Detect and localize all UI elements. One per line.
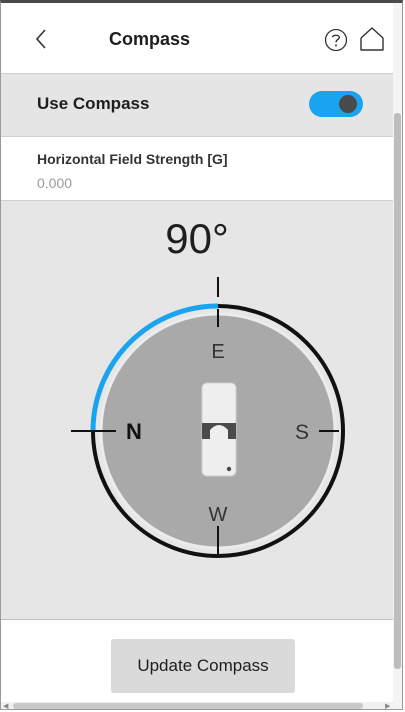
device-icon: [201, 382, 237, 477]
horizontal-scrollbar-thumb[interactable]: [13, 703, 363, 709]
home-button[interactable]: [358, 25, 386, 53]
vertical-scrollbar[interactable]: [393, 3, 402, 709]
compass-dial: E N S W: [71, 277, 345, 558]
update-compass-button[interactable]: Update Compass: [111, 639, 295, 693]
toggle-knob: [339, 95, 357, 113]
direction-label-top: E: [211, 341, 224, 363]
help-button[interactable]: [323, 27, 349, 53]
page-title: Compass: [109, 29, 191, 49]
chevron-left-icon: [35, 29, 46, 49]
vertical-scrollbar-thumb[interactable]: [394, 113, 401, 669]
direction-label-right: S: [295, 421, 309, 444]
back-button[interactable]: [29, 25, 53, 53]
scroll-right-icon[interactable]: ▶: [385, 702, 390, 709]
compass-panel: 90° E N S W: [1, 201, 393, 620]
use-compass-label: Use Compass: [37, 94, 150, 113]
app-frame: Compass Use Compass Horizontal Field Str…: [0, 0, 403, 710]
home-icon: [360, 27, 384, 51]
use-compass-toggle[interactable]: [309, 91, 363, 117]
field-strength-label: Horizontal Field Strength [G]: [37, 151, 228, 167]
horizontal-scrollbar[interactable]: ◀ ▶: [1, 702, 393, 709]
help-circle-icon: [324, 28, 348, 52]
direction-label-bottom: W: [209, 504, 228, 526]
header: Compass: [1, 3, 393, 74]
field-strength-row: Horizontal Field Strength [G] 0.000: [1, 137, 393, 201]
field-strength-value: 0.000: [37, 175, 73, 191]
use-compass-row: Use Compass: [1, 74, 393, 137]
scroll-left-icon[interactable]: ◀: [3, 702, 8, 709]
direction-label-left: N: [126, 419, 142, 444]
footer: Update Compass: [1, 620, 393, 702]
